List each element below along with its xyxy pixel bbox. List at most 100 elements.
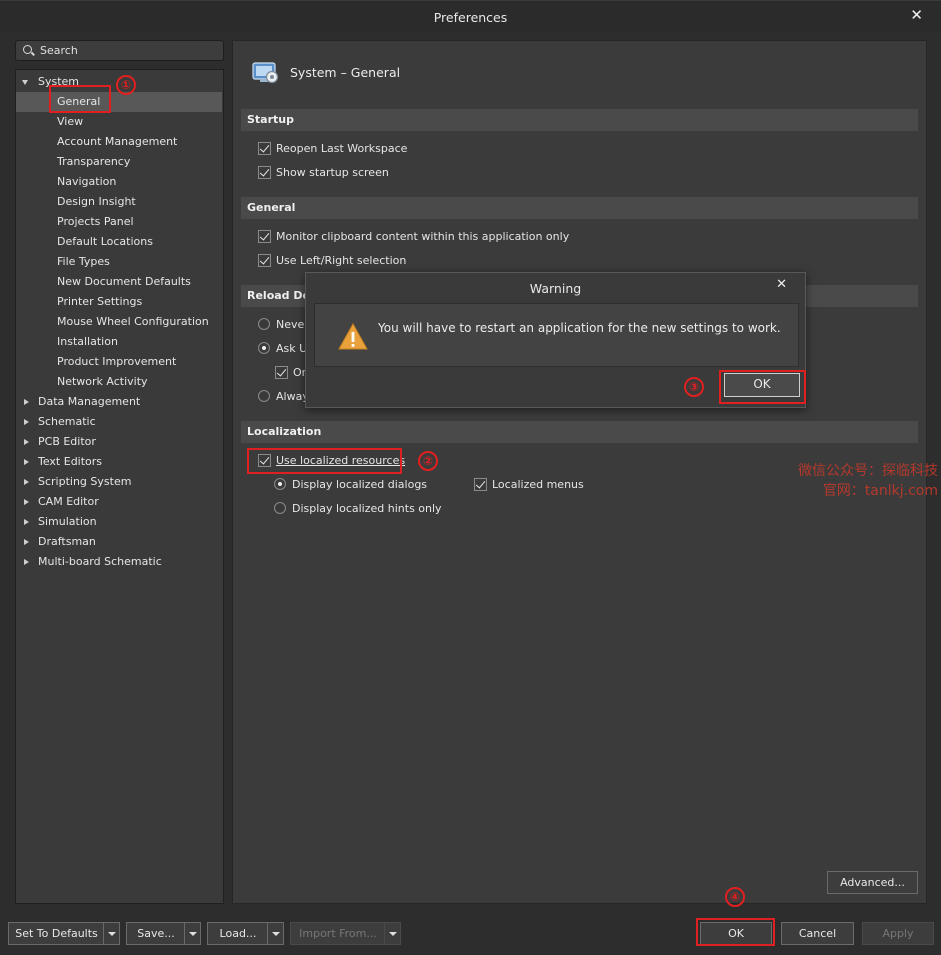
tree-item-file-types[interactable]: File Types: [16, 252, 222, 272]
expand-arrow-icon[interactable]: [22, 80, 28, 85]
tree-item-projects-panel[interactable]: Projects Panel: [16, 212, 222, 232]
tree-item-label: Scripting System: [38, 475, 132, 488]
tree-item-default-locations[interactable]: Default Locations: [16, 232, 222, 252]
expand-arrow-icon[interactable]: [24, 519, 29, 525]
search-icon: [23, 45, 32, 54]
search-placeholder: Search: [40, 44, 78, 57]
tree-item-label: Text Editors: [38, 455, 103, 468]
option-label: Display localized hints only: [292, 502, 442, 515]
expand-arrow-icon[interactable]: [24, 419, 29, 425]
tree-item-cam-editor[interactable]: CAM Editor: [16, 492, 222, 512]
step-marker-2: ②: [418, 451, 438, 471]
tree-item-scripting-system[interactable]: Scripting System: [16, 472, 222, 492]
option-localized-menus[interactable]: Localized menus: [474, 477, 584, 493]
option-label: Display localized dialogs: [292, 478, 428, 491]
dialog-close-icon[interactable]: ✕: [776, 277, 787, 292]
tree-item-text-editors[interactable]: Text Editors: [16, 452, 222, 472]
tree-item-mouse-wheel-configuration[interactable]: Mouse Wheel Configuration: [16, 312, 222, 332]
tree-item-draftsman[interactable]: Draftsman: [16, 532, 222, 552]
option-label: Localized menus: [492, 478, 584, 491]
apply-button[interactable]: Apply: [862, 922, 934, 945]
step-marker-4: ④: [725, 887, 745, 907]
tree-item-product-improvement[interactable]: Product Improvement: [16, 352, 222, 372]
tree-item-transparency[interactable]: Transparency: [16, 152, 222, 172]
radio[interactable]: [274, 478, 286, 490]
tree-item-general[interactable]: General: [16, 92, 222, 112]
dropdown-arrow-icon[interactable]: [267, 923, 283, 944]
option-reload-always[interactable]: Alway: [258, 389, 309, 405]
expand-arrow-icon[interactable]: [24, 559, 29, 565]
tree-item-view[interactable]: View: [16, 112, 222, 132]
set-to-defaults-button[interactable]: Set To Defaults: [8, 922, 120, 945]
checkbox[interactable]: [275, 365, 288, 379]
expand-arrow-icon[interactable]: [24, 439, 29, 445]
dropdown-arrow-icon[interactable]: [184, 923, 200, 944]
expand-arrow-icon[interactable]: [24, 539, 29, 545]
option-monitor-clipboard[interactable]: Monitor clipboard content within this ap…: [258, 229, 569, 245]
tree-item-label: Schematic: [38, 415, 96, 428]
option-show-startup-screen[interactable]: Show startup screen: [258, 165, 389, 181]
expand-arrow-icon[interactable]: [24, 399, 29, 405]
tree-item-printer-settings[interactable]: Printer Settings: [16, 292, 222, 312]
import-from-button[interactable]: Import From...: [290, 922, 401, 945]
tree-item-network-activity[interactable]: Network Activity: [16, 372, 222, 392]
expand-arrow-icon[interactable]: [24, 479, 29, 485]
option-display-localized-hints-only[interactable]: Display localized hints only: [274, 501, 442, 517]
dropdown-arrow-icon[interactable]: [103, 923, 119, 944]
section-startup: Startup: [241, 109, 918, 131]
window-title: Preferences: [433, 10, 508, 25]
tree-item-data-management[interactable]: Data Management: [16, 392, 222, 412]
option-reload-never[interactable]: Never: [258, 317, 309, 333]
dialog-message: You will have to restart an application …: [378, 321, 781, 335]
button-label: Load...: [219, 927, 257, 940]
dialog-title: Warning: [529, 281, 582, 296]
checkbox[interactable]: [258, 165, 271, 179]
checkbox[interactable]: [258, 253, 271, 267]
button-label: Set To Defaults: [15, 927, 98, 940]
option-label: Never: [276, 318, 309, 331]
tree-item-pcb-editor[interactable]: PCB Editor: [16, 432, 222, 452]
title-bar: Preferences ✕: [0, 0, 941, 32]
tree-item-simulation[interactable]: Simulation: [16, 512, 222, 532]
radio[interactable]: [258, 318, 270, 330]
option-display-localized-dialogs[interactable]: Display localized dialogs: [274, 477, 427, 493]
highlight-box-ok: [696, 918, 775, 946]
tree-item-schematic[interactable]: Schematic: [16, 412, 222, 432]
checkbox[interactable]: [258, 229, 271, 243]
page-title: System – General: [290, 65, 401, 80]
button-label: Import From...: [299, 927, 377, 940]
dialog-body: You will have to restart an application …: [314, 303, 799, 367]
load-button[interactable]: Load...: [207, 922, 284, 945]
warning-icon: [338, 323, 368, 350]
highlight-box-localized-resources: [247, 448, 402, 474]
radio[interactable]: [258, 342, 270, 354]
radio[interactable]: [258, 390, 270, 402]
save-button[interactable]: Save...: [126, 922, 201, 945]
tree-item-installation[interactable]: Installation: [16, 332, 222, 352]
option-left-right-selection[interactable]: Use Left/Right selection: [258, 253, 406, 269]
checkbox[interactable]: [258, 141, 271, 155]
advanced-button[interactable]: Advanced...: [827, 871, 918, 894]
cancel-button[interactable]: Cancel: [781, 922, 854, 945]
tree-item-multi-board-schematic[interactable]: Multi-board Schematic: [16, 552, 222, 572]
highlight-box-general: [49, 85, 111, 113]
radio[interactable]: [274, 502, 286, 514]
tree-item-navigation[interactable]: Navigation: [16, 172, 222, 192]
expand-arrow-icon[interactable]: [24, 499, 29, 505]
tree-item-label: Simulation: [38, 515, 97, 528]
search-input[interactable]: Search: [15, 40, 224, 61]
expand-arrow-icon[interactable]: [24, 459, 29, 465]
option-reload-only[interactable]: Or: [275, 365, 306, 381]
watermark-line-2: 官网：tanlkj.com: [822, 483, 938, 499]
checkbox[interactable]: [474, 477, 487, 491]
tree-item-new-document-defaults[interactable]: New Document Defaults: [16, 272, 222, 292]
watermark: 微信公众号：探临科技 官网：tanlkj.com: [740, 461, 938, 501]
step-marker-3: ③: [684, 377, 704, 397]
option-reopen-last-workspace[interactable]: Reopen Last Workspace: [258, 141, 407, 157]
tree-item-design-insight[interactable]: Design Insight: [16, 192, 222, 212]
tree-item-account-management[interactable]: Account Management: [16, 132, 222, 152]
close-icon[interactable]: ✕: [910, 6, 923, 24]
tree-item-label: PCB Editor: [38, 435, 96, 448]
section-localization: Localization: [241, 421, 918, 443]
dropdown-arrow-icon[interactable]: [384, 923, 400, 944]
